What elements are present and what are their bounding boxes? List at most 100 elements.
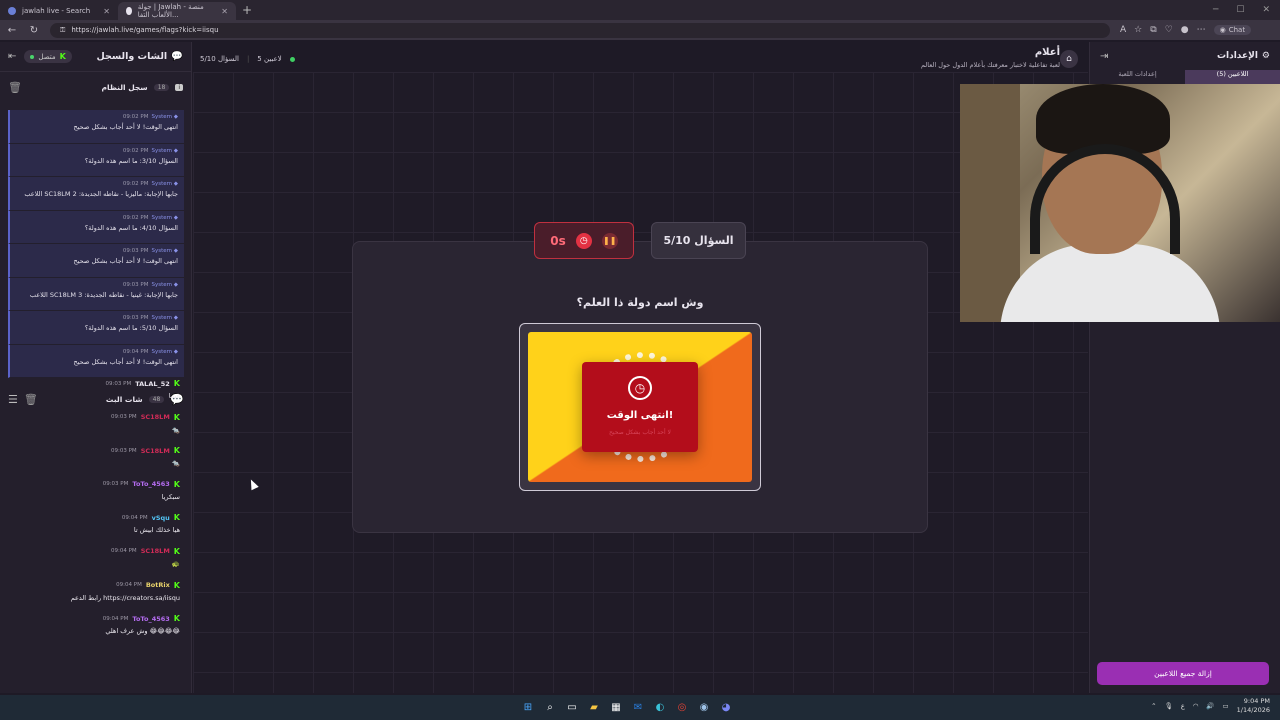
message-text: اللاعب SC18LM جابها الإجابة: غينيا - نقا… [29,290,178,299]
connection-label: متصل [38,52,56,61]
read-aloud-icon[interactable]: A [1120,25,1126,35]
reload-icon[interactable]: ↻ [28,25,40,36]
tab-label: jawlah live - Search [22,7,91,15]
username[interactable]: SC18LM [141,547,170,555]
store-icon[interactable]: ▦ [608,699,624,715]
browser-tab-search[interactable]: jawlah live - Search ✕ [0,2,118,20]
username[interactable]: vSqu [152,514,170,522]
message-time: 09:03 PM [122,315,149,321]
collapse-right-panel-icon[interactable]: ⇥ [1100,51,1108,62]
collections-icon[interactable]: ♡ [1165,25,1173,35]
home-button[interactable]: ⌂ [1060,50,1078,68]
question-counter-box: السؤال 5/10 [651,222,746,259]
timer-box: 0s ◷ ❚❚ [534,222,634,259]
list-item: 09:03 PM System ◆ السؤال 5/10: ما اسم هذه … [8,311,184,345]
chat-log-panel: ⇤ متصل K الشات والسجل 💬 🗑 سجل النظام 18 … [0,42,192,693]
username[interactable]: SC18LM [141,413,170,421]
copilot-chat-button[interactable]: ◉ Chat [1213,25,1252,35]
time-up-title: انتهى الوقت! [606,410,674,421]
list-item: 09:03 PM TALAL_52 K غينيا [0,374,192,408]
message-text: سبكريا [161,492,180,501]
kick-badge-icon: K [173,479,180,489]
wifi-icon[interactable]: ◠ [1193,702,1199,710]
close-tab-icon[interactable]: ✕ [221,7,228,16]
maximize-icon[interactable]: ☐ [1236,5,1244,15]
site-info-icon[interactable]: ⚿ [60,26,65,35]
task-view-icon[interactable]: ▭ [564,699,580,715]
volume-icon[interactable]: 🔊 [1206,702,1214,710]
minimize-icon[interactable]: ─ [1213,5,1218,15]
online-dot-icon [30,54,35,59]
message-time: 09:04 PM [116,582,142,589]
kick-badge-icon: K [173,546,180,556]
message-time: 09:02 PM [122,114,149,120]
message-sender: System [151,348,173,355]
chat-bubble-icon: 💬 [171,51,183,62]
gear-icon: ⚙ [1261,51,1270,61]
tab-game-settings[interactable]: إعدادات اللعبة [1090,70,1185,84]
discord-icon[interactable]: ◕ [718,699,734,715]
settings-title: الإعدادات [1216,51,1258,61]
list-item: 09:04 PM ToTo_4563 K وش عرف اهلي 😂😂😂😂 [0,609,192,643]
username[interactable]: BotRix [146,581,170,589]
message-time: 09:02 PM [122,181,149,187]
kick-badge-icon: K [173,513,180,523]
message-sender: System [151,147,173,154]
steam-icon[interactable]: ◉ [696,699,712,715]
clock-date: 1/14/2026 [1236,706,1270,714]
close-window-icon[interactable]: ✕ [1262,5,1270,15]
outlook-icon[interactable]: ✉ [630,699,646,715]
microphone-icon[interactable]: 🎙 [1165,702,1173,710]
message-text: السؤال 4/10: ما اسم هذه الدولة؟ [84,223,178,232]
tab-players[interactable]: اللاعبين (5) [1185,70,1280,84]
chevron-up-icon[interactable]: ⌃ [1151,702,1156,710]
collapse-panel-icon[interactable]: ⇤ [8,51,16,62]
list-item: 09:02 PM System ◆ اللاعب SC18LM جابها الإج… [8,177,184,211]
stream-chat-list[interactable]: 09:03 PM TALAL_52 K غينيا 09:03 PM SC18LM K 🐀 … [0,374,192,643]
message-sender: System [151,248,173,254]
search-icon[interactable]: ⌕ [542,699,558,715]
edge-icon[interactable]: ◐ [652,699,668,715]
list-item: 09:04 PM SC18LM K 🐢 [0,542,192,576]
shield-icon: ◆ [173,214,178,221]
url-field[interactable]: ⚿ https://jawlah.live/games/flags?kick=i… [50,22,1110,38]
message-text: 🐀 [171,425,180,434]
players-count: 5 لاعبين [257,55,282,63]
username[interactable]: ToTo_4563 [132,615,169,623]
username[interactable]: SC18LM [141,447,170,455]
home-icon: ⌂ [1066,54,1072,64]
clock-time: 9:04 PM [1243,697,1270,705]
new-tab-icon[interactable]: + [242,3,252,17]
browser-tab-jawlah[interactable]: جولة | Jawlah - منصة الألعاب التفا... ✕ [118,2,236,20]
webcam-overlay [960,84,1280,322]
remove-all-players-button[interactable]: إزالة جميع اللاعبين [1097,662,1269,685]
trash-icon[interactable]: 🗑 [8,81,22,94]
game-subtitle: لعبة تفاعلية لاختبار معرفتك بأعلام الدول… [920,61,1060,69]
taskbar-clock[interactable]: 9:04 PM 1/14/2026 [1237,697,1270,715]
settings-more-icon[interactable]: ⋯ [1197,25,1206,35]
chat-label: Chat [1228,26,1246,34]
panel-title: الشات والسجل [96,51,168,62]
message-time: 09:03 PM [102,481,129,488]
battery-icon[interactable]: ▭ [1223,702,1229,710]
language-indicator[interactable]: ع [1181,702,1185,710]
chrome-icon[interactable]: ◎ [674,699,690,715]
message-text: انتهى الوقت! لا أحد أجاب بشكل صحيح [73,123,179,131]
back-icon[interactable]: ← [6,25,18,36]
profile-icon[interactable]: ● [1181,25,1189,35]
message-time: 09:02 PM [122,214,149,221]
message-time: 09:04 PM [122,348,149,355]
favorite-icon[interactable]: ☆ [1134,25,1142,35]
message-text: هيا خذلك ابيش تا [133,526,180,535]
close-tab-icon[interactable]: ✕ [103,7,110,16]
username[interactable]: ToTo_4563 [132,480,169,488]
pause-button[interactable]: ❚❚ [601,232,618,249]
windows-start-icon[interactable]: ⊞ [520,699,536,715]
list-item: 09:03 PM SC18LM K 🐀 [0,441,192,475]
system-log-list[interactable]: 09:02 PM System ◆ انتهى الوقت! لا أحد أجاب… [8,110,184,382]
file-explorer-icon[interactable]: ▰ [586,699,602,715]
info-icon: i [175,83,183,91]
game-brand: أعلام لعبة تفاعلية لاختبار معرفتك بأعلام… [921,47,1060,69]
extensions-icon[interactable]: ⧉ [1150,25,1156,35]
username[interactable]: TALAL_52 [135,380,170,388]
